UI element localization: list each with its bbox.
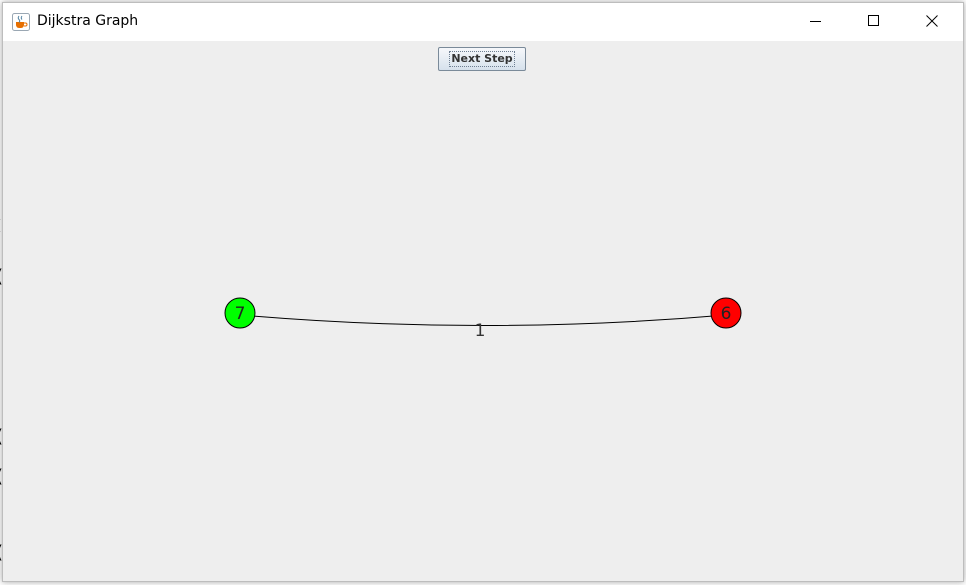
- maximize-icon: [868, 15, 879, 26]
- background-glyph: l: [0, 502, 1, 523]
- minimize-button[interactable]: [787, 3, 845, 39]
- desktop: ( ( l ( ( l ( Dijkstra Graph: [0, 0, 966, 585]
- node-label: 7: [235, 304, 246, 324]
- window-title: Dijkstra Graph: [37, 13, 139, 29]
- edge-weight-label: 1: [475, 321, 486, 341]
- minimize-icon: [810, 21, 821, 22]
- node-label: 6: [721, 304, 732, 324]
- close-icon: [926, 15, 938, 27]
- graph-node-start: 7: [224, 297, 256, 329]
- title-bar[interactable]: Dijkstra Graph: [3, 3, 963, 41]
- next-step-button[interactable]: Next Step: [438, 47, 526, 71]
- dijkstra-window: Dijkstra Graph 1 7 6 Next Step: [2, 2, 964, 582]
- graph-node-end: 6: [710, 297, 742, 329]
- graph-canvas: 1 7 6: [224, 297, 742, 341]
- java-cup-icon: [12, 13, 30, 31]
- maximize-button[interactable]: [845, 3, 903, 39]
- next-step-label: Next Step: [449, 51, 515, 67]
- close-button[interactable]: [903, 3, 961, 39]
- graph-panel: 1 7 6 Next Step: [3, 41, 963, 581]
